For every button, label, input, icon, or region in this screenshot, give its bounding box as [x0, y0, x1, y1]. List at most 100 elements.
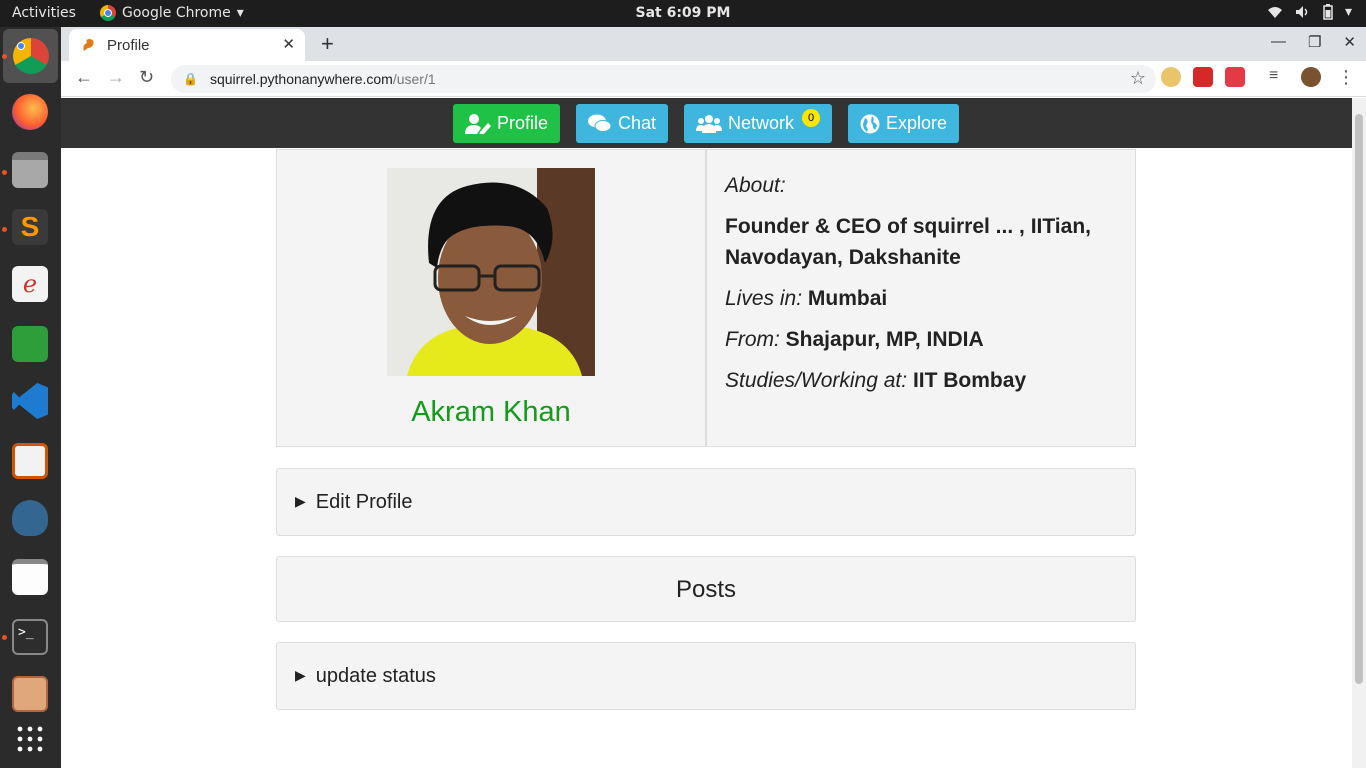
presentation-icon: [12, 443, 48, 479]
page-scrollbar[interactable]: [1352, 98, 1366, 768]
chat-bubbles-icon: [588, 114, 612, 132]
globe-icon: [860, 114, 880, 133]
menu-dots-icon[interactable]: ⋮: [1337, 67, 1355, 88]
wifi-icon: [1267, 7, 1282, 18]
chrome-icon: [12, 38, 49, 74]
studies-label: Studies/Working at:: [725, 369, 908, 392]
spreadsheet-icon: [12, 326, 48, 362]
about-value: Founder & CEO of squirrel ... , IITian, …: [725, 215, 1091, 269]
studies-value: IIT Bombay: [912, 369, 1027, 392]
update-status-label: update status: [315, 665, 436, 687]
disclosure-triangle-icon: ▶: [295, 493, 306, 509]
terminal-icon: >_: [12, 619, 48, 655]
running-indicator: [2, 635, 7, 640]
file-cabinet-icon: [12, 152, 48, 188]
profile-nav-label: Profile: [497, 113, 549, 133]
minimize-icon[interactable]: —: [1271, 33, 1286, 51]
site-navbar: Profile Chat Network 0 Explore: [61, 98, 1352, 148]
profile-photo[interactable]: [387, 168, 595, 376]
lives-in-label: Lives in:: [725, 287, 803, 310]
dock-calc[interactable]: [8, 322, 52, 366]
dock-chrome[interactable]: [3, 29, 58, 83]
dock-vscode[interactable]: [8, 379, 52, 423]
dock-impress[interactable]: [8, 439, 52, 483]
address-bar[interactable]: 🔒 squirrel.pythonanywhere.com/user/1 ☆: [171, 65, 1156, 93]
page-content: Profile Chat Network 0 Explore Akram Kha…: [61, 98, 1352, 768]
extension-forward-icon[interactable]: [1225, 67, 1245, 87]
tab-title: Profile: [107, 36, 150, 54]
from-label: From:: [725, 328, 780, 351]
running-indicator: [2, 227, 7, 232]
dock-text-editor[interactable]: [8, 555, 52, 599]
chat-nav-label: Chat: [618, 113, 657, 133]
chevron-down-icon: ▾: [1344, 4, 1352, 20]
firefox-icon: [12, 94, 48, 130]
dock-files[interactable]: [8, 148, 52, 192]
squirrel-favicon-icon: [83, 39, 94, 51]
system-top-bar: Activities Google Chrome ▾ Sat 6:09 PM ▾: [0, 0, 1366, 27]
profile-nav-button[interactable]: Profile: [453, 104, 561, 143]
profile-photo-image: [387, 168, 595, 376]
url-host: squirrel.pythonanywhere.com: [209, 71, 393, 87]
lives-in-row: Lives in: Mumbai: [725, 283, 1117, 314]
restore-icon[interactable]: ❐: [1308, 33, 1321, 51]
chrome-tab-strip: Profile ✕ + — ❐ ✕: [61, 27, 1366, 61]
bookmark-star-icon[interactable]: ☆: [1130, 68, 1146, 89]
dock-terminal[interactable]: >_: [8, 615, 52, 659]
elephant-icon: [12, 500, 48, 536]
profile-avatar-icon[interactable]: [1301, 67, 1321, 87]
scrollbar-thumb[interactable]: [1355, 114, 1363, 684]
ubuntu-dock: S ℯ >_: [0, 27, 61, 768]
app-grid-icon: [17, 726, 43, 752]
profile-name: Akram Khan: [411, 396, 571, 428]
network-nav-button[interactable]: Network 0: [684, 104, 833, 143]
battery-icon: [1323, 4, 1333, 20]
media-control-icon[interactable]: ≡: [1269, 67, 1278, 85]
network-count-badge: 0: [802, 108, 821, 127]
url-path: /user/1: [392, 71, 436, 87]
extension-owl-icon[interactable]: [1161, 67, 1181, 87]
sublime-text-icon: S: [12, 209, 48, 245]
dock-sublime[interactable]: S: [8, 205, 52, 249]
user-edit-icon: [465, 113, 491, 134]
studies-row: Studies/Working at: IIT Bombay: [725, 365, 1117, 396]
dock-archive[interactable]: [8, 672, 52, 716]
about-label: About:: [725, 174, 786, 197]
vscode-icon: [12, 383, 48, 419]
volume-icon: [1295, 6, 1308, 18]
users-icon: [696, 114, 722, 133]
back-arrow-icon[interactable]: ←: [75, 67, 93, 88]
tab-profile[interactable]: Profile ✕: [69, 29, 305, 61]
document-viewer-icon: ℯ: [12, 266, 48, 302]
close-window-icon[interactable]: ✕: [1343, 33, 1356, 51]
running-indicator: [2, 54, 7, 59]
window-controls: — ❐ ✕: [1271, 33, 1356, 51]
explore-nav-button[interactable]: Explore: [848, 104, 960, 143]
from-row: From: Shajapur, MP, INDIA: [725, 324, 1117, 355]
dock-firefox[interactable]: [8, 90, 52, 134]
dock-document-viewer[interactable]: ℯ: [8, 262, 52, 306]
system-tray[interactable]: ▾: [1267, 4, 1352, 20]
dock-pgadmin[interactable]: [8, 496, 52, 540]
posts-heading: Posts: [675, 576, 737, 603]
lock-icon: 🔒: [183, 72, 198, 86]
text-editor-icon: [12, 559, 48, 595]
explore-nav-label: Explore: [886, 113, 948, 133]
new-tab-button[interactable]: +: [321, 31, 334, 57]
edit-profile-label: Edit Profile: [315, 491, 413, 513]
show-applications-button[interactable]: [8, 717, 52, 761]
from-value: Shajapur, MP, INDIA: [785, 328, 984, 351]
reload-icon[interactable]: ↻: [139, 67, 154, 88]
lives-in-value: Mumbai: [807, 287, 888, 310]
chat-nav-button[interactable]: Chat: [576, 104, 669, 143]
update-status-panel[interactable]: ▶ update status: [276, 642, 1136, 710]
edit-profile-panel[interactable]: ▶ Edit Profile: [276, 468, 1136, 536]
extension-red-book-icon[interactable]: [1193, 67, 1213, 87]
clock[interactable]: Sat 6:09 PM: [0, 5, 1366, 21]
profile-card: Akram Khan: [276, 149, 706, 447]
close-tab-icon[interactable]: ✕: [282, 35, 295, 53]
posts-panel: Posts: [276, 556, 1136, 622]
forward-arrow-icon[interactable]: →: [107, 67, 125, 88]
network-nav-label: Network: [728, 113, 795, 133]
running-indicator: [2, 170, 7, 175]
